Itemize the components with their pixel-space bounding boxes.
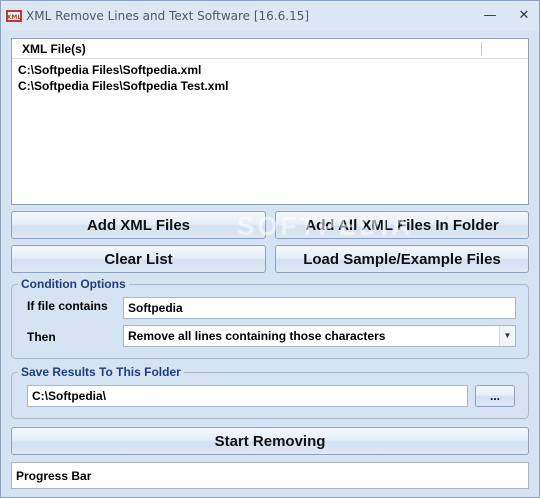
browse-folder-button[interactable]: ... [475, 385, 515, 407]
title-bar[interactable]: XML XML Remove Lines and Text Software [… [1, 1, 539, 31]
xml-file-list[interactable]: XML File(s) C:\Softpedia Files\Softpedia… [11, 38, 529, 205]
progress-bar: Progress Bar [11, 462, 529, 489]
minimize-button[interactable]: — [479, 7, 501, 25]
app-window: XML XML Remove Lines and Text Software [… [0, 0, 540, 498]
close-button[interactable]: ✕ [513, 7, 535, 25]
condition-options-legend: Condition Options [21, 277, 126, 291]
add-xml-files-button[interactable]: Add XML Files [11, 211, 266, 239]
watermark-logo: SOFTPEDIA [237, 211, 413, 241]
clear-list-button[interactable]: Clear List [11, 245, 266, 273]
action-dropdown[interactable]: Remove all lines containing those charac… [123, 325, 516, 347]
search-text-input[interactable]: Softpedia [123, 297, 516, 319]
save-results-legend: Save Results To This Folder [21, 365, 181, 379]
app-icon: XML [6, 10, 22, 22]
progress-label: Progress Bar [16, 469, 92, 483]
column-header-xml-files[interactable]: XML File(s) [22, 42, 86, 56]
start-removing-button[interactable]: Start Removing [11, 427, 529, 455]
load-sample-files-button[interactable]: Load Sample/Example Files [275, 245, 529, 273]
window-title: XML Remove Lines and Text Software [16.6… [26, 9, 310, 23]
list-item[interactable]: C:\Softpedia Files\Softpedia.xml [18, 63, 201, 79]
svg-text:XML: XML [7, 14, 22, 21]
column-separator[interactable] [481, 42, 482, 56]
chevron-down-icon[interactable]: ▼ [499, 326, 515, 346]
if-file-contains-label: If file contains [27, 299, 108, 313]
action-dropdown-value: Remove all lines containing those charac… [128, 329, 386, 343]
output-folder-input[interactable]: C:\Softpedia\ [27, 385, 468, 407]
list-item[interactable]: C:\Softpedia Files\Softpedia Test.xml [18, 79, 228, 95]
list-header: XML File(s) [12, 39, 528, 59]
then-label: Then [27, 330, 56, 344]
